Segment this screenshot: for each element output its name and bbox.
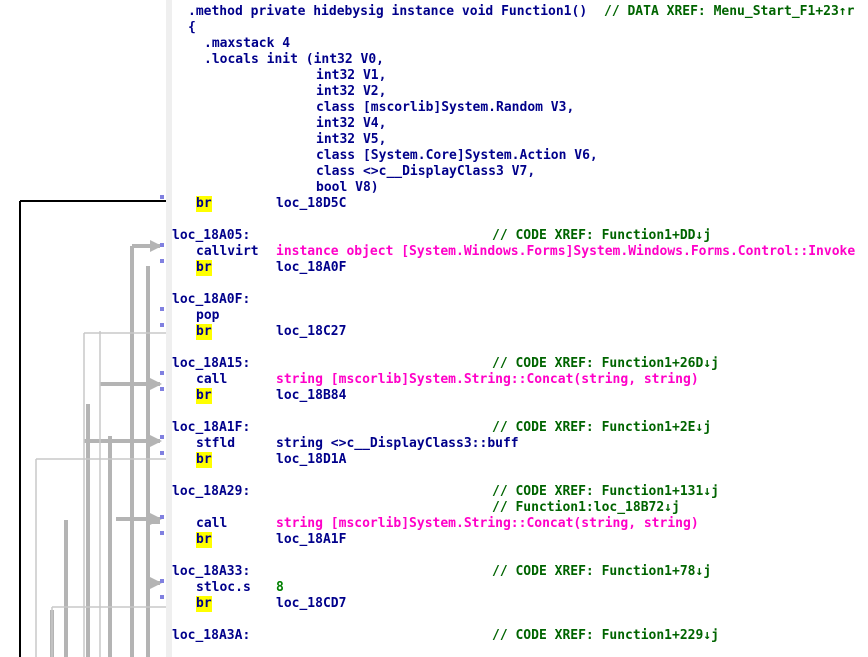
code-token: loc_18D5C <box>276 196 347 211</box>
code-token: // CODE XREF: Function1+2E↓j <box>492 420 712 435</box>
code-token: loc_18A33: <box>172 564 251 579</box>
code-token: class [mscorlib]System.Random V3, <box>316 100 575 115</box>
code-token: br <box>196 532 212 548</box>
code-token: // CODE XREF: Function1+26D↓j <box>492 356 719 371</box>
code-token: loc_18B84 <box>276 388 347 403</box>
code-token: // DATA XREF: Menu_Start_F1+23↑r <box>604 4 855 19</box>
code-token: loc_18A0F: <box>172 292 251 307</box>
code-token: loc_18A15: <box>172 356 251 371</box>
code-token: // CODE XREF: Function1+DD↓j <box>492 228 712 243</box>
code-token: call <box>196 372 228 387</box>
code-token: // Function1:loc_18B72↓j <box>492 500 680 515</box>
code-token: stloc.s <box>196 580 251 595</box>
code-token: // CODE XREF: Function1+78↓j <box>492 564 712 579</box>
code-token: br <box>196 260 212 276</box>
code-token: // CODE XREF: Function1+131↓j <box>492 484 719 499</box>
code-token: call <box>196 516 228 531</box>
code-token: 8 <box>276 580 284 595</box>
code-token: .method private hidebysig instance void … <box>188 4 588 19</box>
code-token: bool V8) <box>316 180 379 195</box>
code-token: instance object [System.Windows.Forms]Sy… <box>276 244 856 259</box>
code-token: loc_18A05: <box>172 228 251 243</box>
line-markers <box>160 195 164 599</box>
code-token: br <box>196 196 212 212</box>
code-token: int32 V1, <box>316 68 387 83</box>
code-token: int32 V2, <box>316 84 387 99</box>
disassembly-listing[interactable]: .method private hidebysig instance void … <box>172 0 868 657</box>
code-token: br <box>196 596 212 612</box>
graph-arrows-gutter[interactable] <box>0 0 172 657</box>
code-token: int32 V5, <box>316 132 387 147</box>
code-token: .maxstack 4 <box>204 36 291 51</box>
code-token: { <box>188 20 196 35</box>
code-token: class <>c__DisplayClass3 V7, <box>316 164 536 179</box>
code-token: br <box>196 324 212 340</box>
code-token: loc_18A0F <box>276 260 347 275</box>
code-token: loc_18CD7 <box>276 596 347 611</box>
code-token: string [mscorlib]System.String::Concat(s… <box>276 516 699 531</box>
code-token: loc_18A1F <box>276 532 347 547</box>
code-token: loc_18D1A <box>276 452 347 467</box>
code-token: .locals init (int32 V0, <box>204 52 385 67</box>
code-token: string <>c__DisplayClass3::buff <box>276 436 519 451</box>
code-token: callvirt <box>196 244 259 259</box>
code-token: pop <box>196 308 220 323</box>
code-token: loc_18A1F: <box>172 420 251 435</box>
arrowheads <box>150 240 162 589</box>
code-token: br <box>196 388 212 404</box>
code-token: stfld <box>196 436 236 451</box>
ida-disassembly-window: .method private hidebysig instance void … <box>0 0 868 657</box>
code-token: loc_18A3A: <box>172 628 251 643</box>
code-token: string [mscorlib]System.String::Concat(s… <box>276 372 699 387</box>
code-token: class [System.Core]System.Action V6, <box>316 148 598 163</box>
code-token: loc_18C27 <box>276 324 347 339</box>
code-token: br <box>196 452 212 468</box>
code-token: // CODE XREF: Function1+229↓j <box>492 628 719 643</box>
code-token: int32 V4, <box>316 116 387 131</box>
code-token: loc_18A29: <box>172 484 251 499</box>
